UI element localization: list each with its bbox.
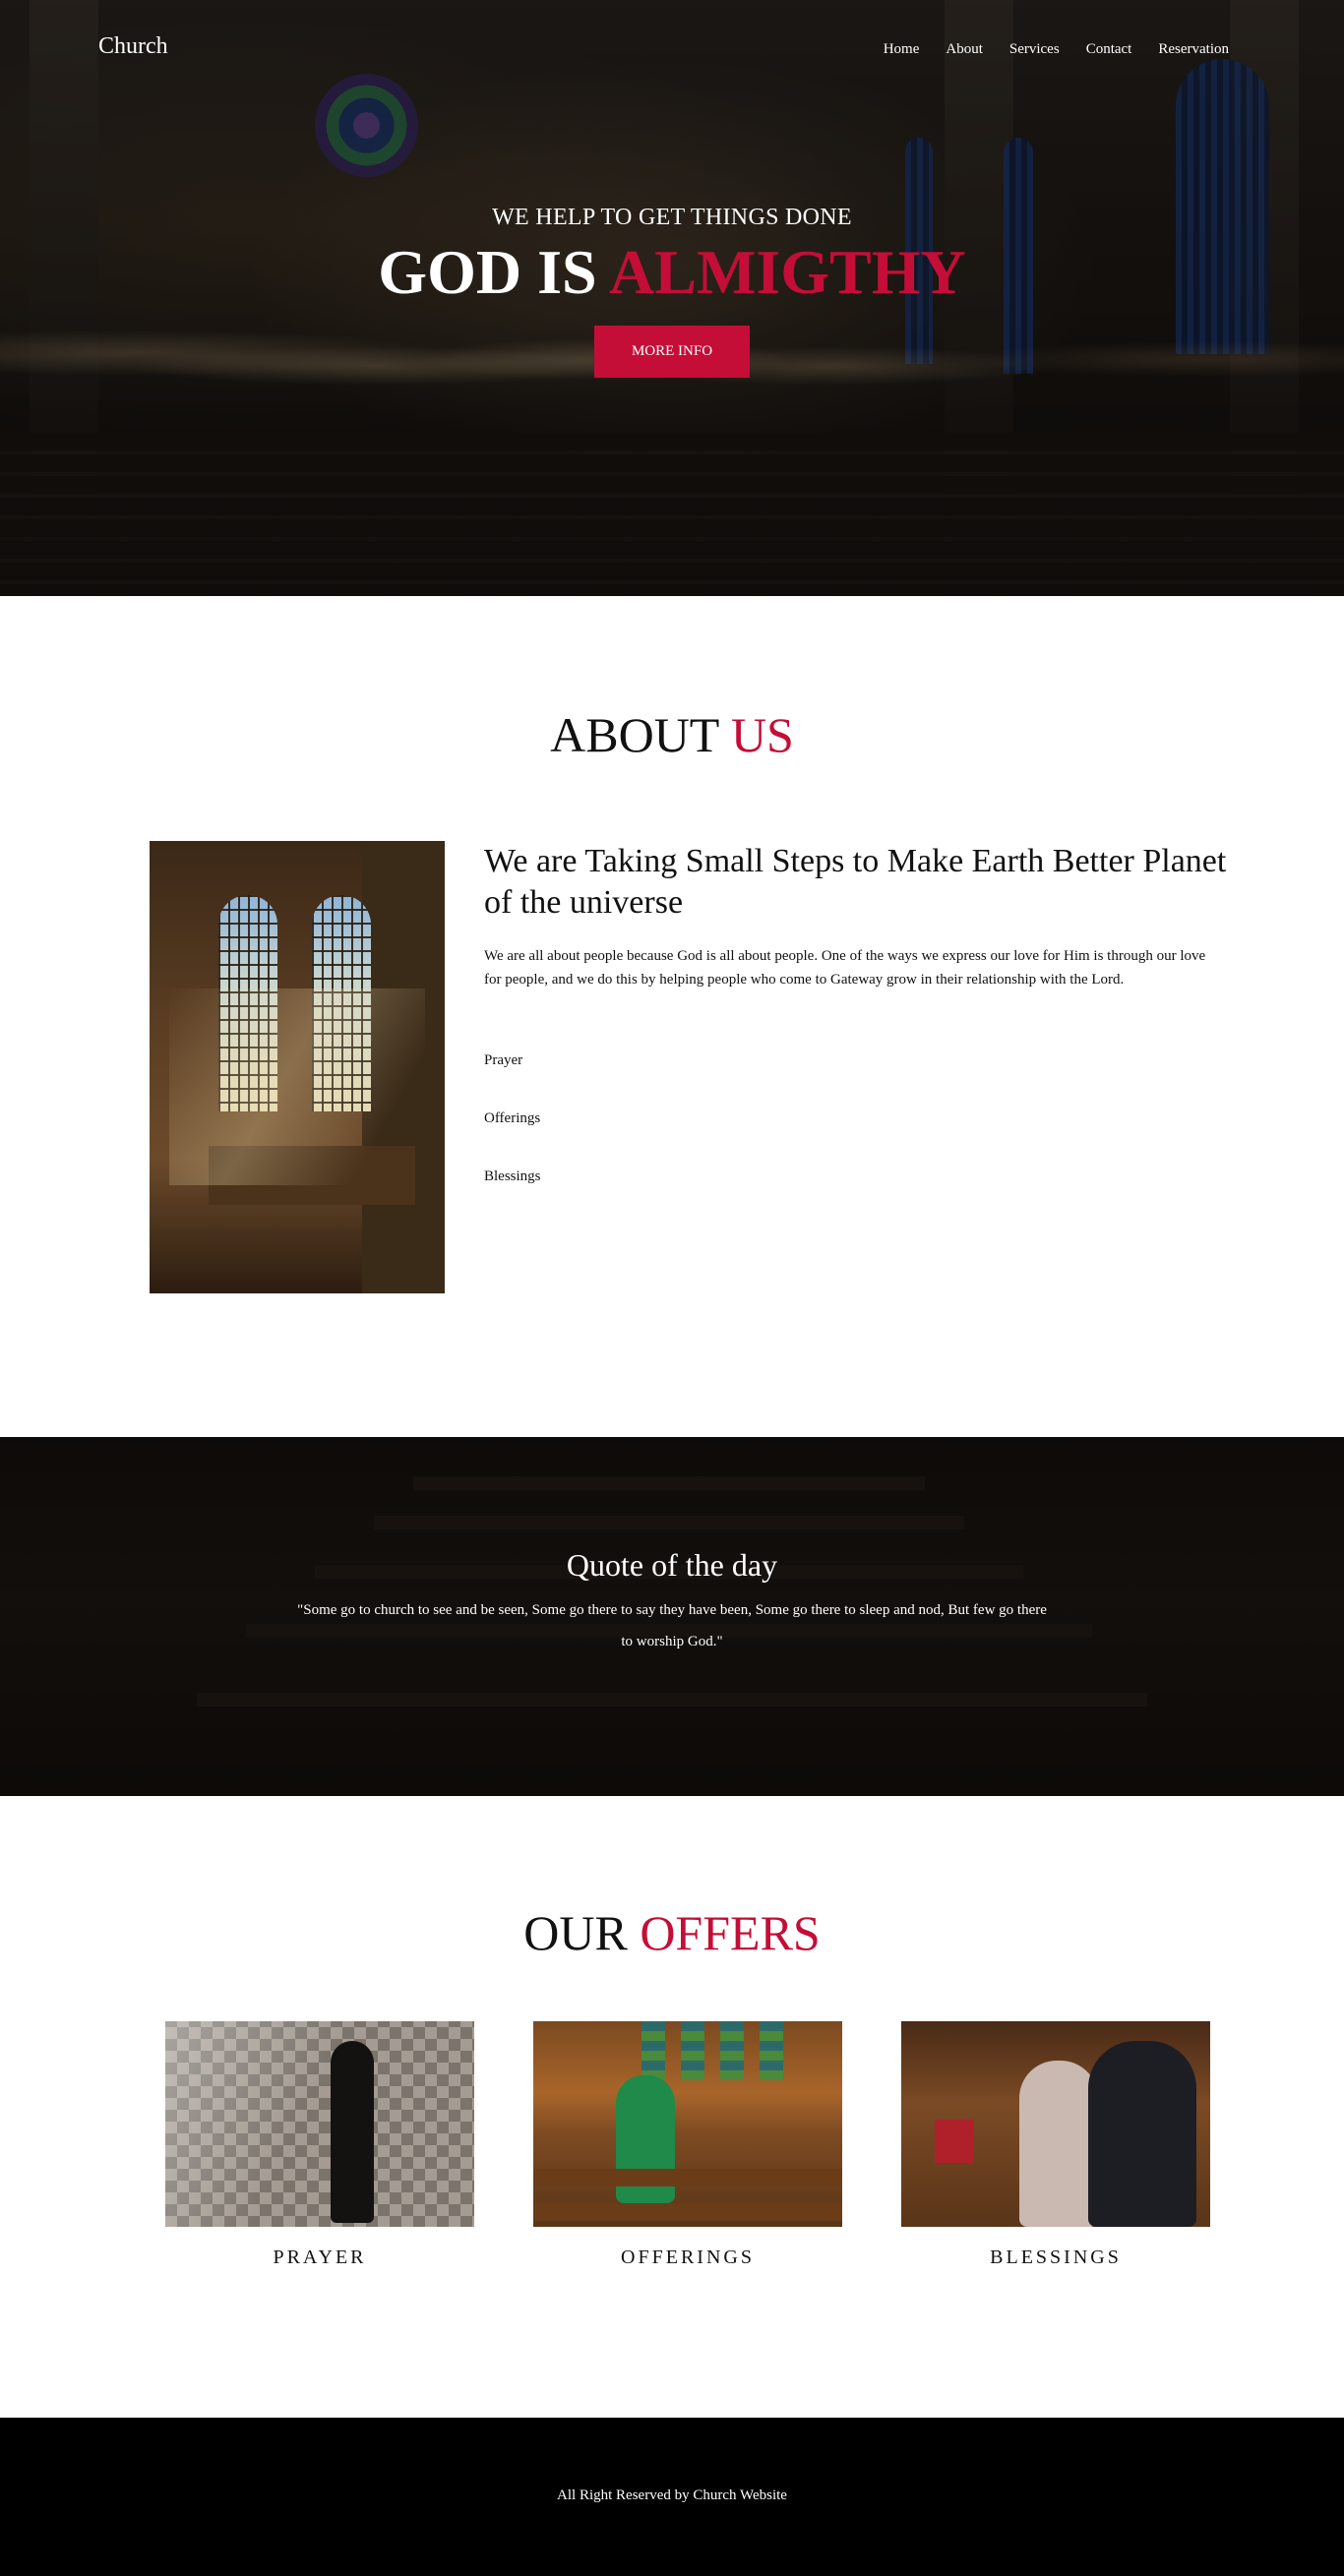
nav-services[interactable]: Services	[1009, 41, 1060, 58]
offers-title-main: OUR	[523, 1905, 641, 1960]
offer-image-figure	[331, 2041, 374, 2223]
offer-image-person	[1088, 2041, 1196, 2227]
quote-text: "Some go to church to see and be seen, S…	[297, 1602, 1047, 1649]
offer-image-book	[935, 2120, 974, 2163]
offer-image-glass	[681, 2021, 704, 2080]
top-nav: Church Home About Services Contact Reser…	[0, 0, 1344, 98]
offer-card-prayer[interactable]: PRAYER	[165, 2021, 474, 2269]
brand-logo[interactable]: Church	[98, 33, 168, 60]
about-item-offerings: Offerings	[484, 1110, 541, 1126]
hero-title-accent: ALMIGTHY	[609, 237, 966, 307]
offer-label: PRAYER	[273, 2247, 367, 2268]
hero-title-main: GOD IS	[378, 237, 610, 307]
hero-content: WE HELP TO GET THINGS DONE GOD IS ALMIGT…	[0, 205, 1344, 378]
about-item-blessings: Blessings	[484, 1168, 541, 1184]
footer: All Right Reserved by Church Website	[0, 2418, 1344, 2576]
about-section: ABOUT US We are Taking Small Steps to Ma…	[0, 596, 1344, 1437]
about-title-accent: US	[730, 707, 794, 762]
offer-label: BLESSINGS	[990, 2247, 1122, 2268]
offer-image-offerings	[533, 2021, 842, 2227]
footer-copyright: All Right Reserved by Church Website	[557, 2487, 787, 2503]
offers-section: OUR OFFERS PRAYER OFFERINGS BLESSINGS	[0, 1796, 1344, 2418]
offer-image-blessings	[901, 2021, 1210, 2227]
more-info-button[interactable]: MORE INFO	[594, 326, 750, 378]
hero-title: GOD IS ALMIGTHY	[0, 241, 1344, 304]
offer-card-offerings[interactable]: OFFERINGS	[533, 2021, 842, 2269]
about-image-light-beam	[169, 988, 425, 1185]
offers-title: OUR OFFERS	[0, 1904, 1344, 1961]
offer-image-pew	[533, 2203, 842, 2221]
nav-menu: Home About Services Contact Reservation	[857, 41, 1229, 58]
offer-card-blessings[interactable]: BLESSINGS	[901, 2021, 1210, 2269]
nav-about[interactable]: About	[946, 41, 983, 58]
about-heading: We are Taking Small Steps to Make Earth …	[484, 843, 1227, 921]
nav-reservation[interactable]: Reservation	[1158, 41, 1229, 58]
quote-title: Quote of the day	[566, 1547, 778, 1583]
offer-image-pew	[533, 2169, 842, 2187]
nav-contact[interactable]: Contact	[1086, 41, 1132, 58]
offer-image-glass	[641, 2021, 665, 2080]
offer-label: OFFERINGS	[621, 2247, 755, 2268]
nav-home[interactable]: Home	[884, 41, 920, 58]
about-church-window-image	[150, 841, 445, 1293]
hero-section: Church Home About Services Contact Reser…	[0, 0, 1344, 596]
about-paragraph: We are all about people because God is a…	[484, 948, 1206, 988]
offer-image-glass	[760, 2021, 783, 2080]
hero-subtitle: WE HELP TO GET THINGS DONE	[492, 205, 852, 230]
about-item-prayer: Prayer	[484, 1052, 523, 1068]
quote-section: Quote of the day "Some go to church to s…	[0, 1437, 1344, 1796]
offer-image-prayer	[165, 2021, 474, 2227]
offer-image-person	[1019, 2061, 1098, 2227]
offers-title-accent: OFFERS	[640, 1905, 821, 1960]
about-title: ABOUT US	[0, 706, 1344, 763]
about-title-main: ABOUT	[550, 707, 731, 762]
offer-image-glass	[720, 2021, 744, 2080]
